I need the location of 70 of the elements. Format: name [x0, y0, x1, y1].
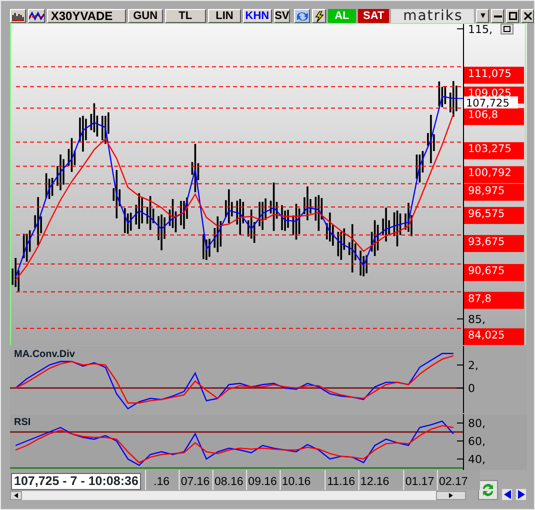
price-level-tag: 96,575: [464, 206, 524, 224]
axis-label: 60,: [468, 435, 486, 448]
logo: matriks: [391, 9, 474, 23]
ref-line-label: 106,8: [468, 109, 498, 122]
previous-button[interactable]: [502, 489, 512, 500]
ref-line-label: 100,792: [468, 167, 512, 180]
axis-label: 2,: [468, 359, 478, 372]
lightning-icon[interactable]: [312, 9, 326, 23]
tab[interactable]: TL: [164, 9, 206, 23]
price-level-tag: 93,675: [464, 235, 524, 252]
date-label: 11.16: [327, 476, 356, 488]
maximize-icon: [508, 12, 517, 20]
axis-label: 85,: [468, 312, 486, 326]
axis-label: 115,: [468, 23, 492, 36]
close-button[interactable]: [521, 9, 534, 23]
sell-button[interactable]: SAT: [358, 9, 390, 23]
tab[interactable]: LIN: [208, 9, 241, 23]
price-level-tag: 106,8: [464, 108, 524, 126]
scroll-thumb[interactable]: [436, 491, 466, 500]
close-icon: [524, 12, 532, 20]
axis-label: 0: [468, 382, 475, 396]
price-level-tag: 87,8: [464, 292, 524, 309]
next-button[interactable]: [516, 489, 526, 500]
date-label: 09.16: [248, 476, 277, 488]
price-level-tag: 103,275: [464, 142, 524, 160]
minimize-button[interactable]: [491, 9, 504, 23]
ref-line-label: 84,025: [468, 329, 505, 342]
price-level-tag: 84,025: [464, 328, 524, 345]
arrow-right-icon: [449, 493, 453, 498]
date-label: .16: [154, 476, 170, 488]
date-label: 10.16: [282, 476, 311, 488]
ref-line-label: 93,675: [468, 236, 505, 248]
date-label: 01.17: [405, 476, 434, 488]
ref-line-label: 87,8: [468, 292, 492, 305]
tab[interactable]: GUN: [128, 9, 163, 23]
dropdown-button[interactable]: ▼: [476, 9, 490, 23]
tab[interactable]: SV: [274, 9, 290, 23]
date-label: 12.16: [360, 476, 390, 488]
maximize-button[interactable]: [506, 9, 520, 23]
ref-line-label: 90,675: [468, 265, 505, 278]
last-price-tag: 107,725: [464, 96, 518, 110]
arrow-right-icon: [518, 490, 524, 499]
ref-line-label: 98,975: [468, 184, 505, 197]
symbol-field[interactable]: X30YVADE: [46, 9, 126, 23]
ref-line-label: 111,075: [468, 68, 512, 80]
date-label: 07.16: [180, 476, 210, 488]
panel-title: MA.Conv.Div: [14, 349, 75, 360]
refresh-icon[interactable]: [294, 9, 310, 23]
chart-icon[interactable]: [10, 9, 26, 23]
arrow-left-icon: [14, 493, 18, 498]
minimize-icon: [494, 14, 502, 18]
arrow-left-icon: [504, 490, 510, 499]
tab[interactable]: KHN: [242, 9, 272, 23]
price-level-tag: 100,792: [464, 166, 524, 184]
axis-label: 40,: [468, 453, 486, 466]
date-label: 02.17: [439, 476, 468, 488]
refresh-icon: [480, 482, 496, 498]
ref-line-label: 96,575: [468, 208, 505, 220]
panel-title: RSI: [14, 417, 31, 428]
scroll-left-button[interactable]: [10, 491, 22, 500]
price-level-tag: 111,075: [464, 66, 524, 84]
panel-button[interactable]: [500, 24, 514, 34]
axis-label: 80,: [468, 417, 486, 430]
date-label: 08.16: [214, 476, 244, 488]
ref-line-label: 103,275: [468, 143, 512, 156]
price-marker: [452, 98, 464, 99]
wave-icon[interactable]: [28, 9, 45, 23]
price-level-tag: 90,675: [464, 264, 524, 282]
price-level-tag: 98,975: [464, 184, 524, 201]
status-readout: 107,725 - 7 - 10:08:36: [11, 473, 142, 490]
